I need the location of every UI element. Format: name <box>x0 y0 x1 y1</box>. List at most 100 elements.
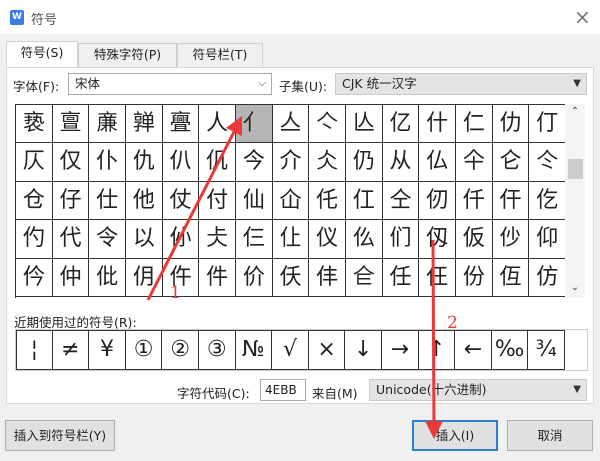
recent-symbol-cell[interactable]: ↓ <box>345 330 382 370</box>
char-cell[interactable]: 从 <box>382 143 420 182</box>
char-cell[interactable]: 仂 <box>492 105 530 144</box>
cancel-button[interactable]: 取消 <box>507 420 593 451</box>
tab-symbols-active[interactable]: 符号(S) <box>6 41 78 68</box>
char-cell[interactable]: 仰 <box>529 220 565 259</box>
char-cell[interactable]: 付 <box>199 181 236 221</box>
tab-special-chars[interactable]: 特殊字符(P) <box>78 43 177 67</box>
char-cell[interactable]: 价 <box>236 258 273 297</box>
close-icon[interactable]: × <box>574 5 591 29</box>
char-cell[interactable]: 仇 <box>126 143 163 182</box>
char-cell[interactable]: 仉 <box>199 143 236 182</box>
recent-symbol-cell[interactable]: × <box>308 330 346 370</box>
recent-symbol-cell[interactable]: ‰ <box>491 330 529 370</box>
char-cell[interactable]: 什 <box>419 105 457 144</box>
recent-symbol-cell[interactable]: ¾ <box>528 330 565 370</box>
char-cell[interactable]: 亿 <box>382 105 420 144</box>
char-cell[interactable]: 仕 <box>89 181 126 221</box>
tab-symbol-bar[interactable]: 符号栏(T) <box>177 43 263 67</box>
char-cell[interactable]: 仺 <box>346 258 383 297</box>
char-cell[interactable]: 仨 <box>236 220 273 259</box>
insert-button[interactable]: 插入(I) <box>412 420 498 451</box>
recent-symbol-cell[interactable]: ← <box>455 330 492 370</box>
char-cell[interactable]: 仟 <box>456 181 493 221</box>
char-cell[interactable]: 仛 <box>309 181 347 221</box>
char-cell[interactable]: 人 <box>199 105 236 144</box>
char-cell[interactable]: 亶 <box>52 105 90 144</box>
char-cell[interactable]: 件 <box>199 258 236 297</box>
char-cell[interactable]: 仚 <box>272 181 310 221</box>
char-cell[interactable]: 亷 <box>89 105 126 144</box>
recent-symbol-cell[interactable]: ¥ <box>89 330 126 370</box>
char-cell[interactable]: 仓 <box>16 181 53 221</box>
char-cell[interactable]: 仪 <box>309 220 347 259</box>
char-cell[interactable]: 仢 <box>16 220 53 259</box>
grid-scrollbar[interactable]: ⌃ ⌄ <box>565 104 585 298</box>
char-cell[interactable]: 亾 <box>346 105 383 144</box>
char-cell[interactable]: 仡 <box>529 181 565 221</box>
font-select[interactable]: 宋体 ⌵ <box>68 73 272 95</box>
recent-symbol-cell[interactable]: ¦ <box>16 330 53 370</box>
char-cell[interactable]: 仼 <box>419 258 457 297</box>
char-cell[interactable]: 代 <box>52 220 90 259</box>
recent-symbol-cell[interactable]: ≠ <box>52 330 90 370</box>
recent-symbol-cell[interactable]: № <box>235 330 273 370</box>
char-cell[interactable]: 份 <box>456 258 493 297</box>
char-cell[interactable]: 仧 <box>199 220 236 259</box>
char-cell[interactable]: 亵 <box>16 105 53 144</box>
recent-symbol-cell[interactable]: √ <box>272 330 309 370</box>
char-code-input[interactable]: 4EBB <box>260 379 306 401</box>
char-cell[interactable]: 仌 <box>309 143 347 182</box>
char-cell[interactable]: 仳 <box>89 258 126 297</box>
char-cell[interactable]: 仸 <box>272 258 310 297</box>
subset-select[interactable]: CJK 统一汉字 ▼ <box>335 73 587 95</box>
insert-to-symbol-bar-button[interactable]: 插入到符号栏(Y) <box>5 420 115 451</box>
char-cell[interactable]: 仿 <box>529 258 565 297</box>
recent-symbol-cell[interactable]: ② <box>162 330 199 370</box>
char-cell[interactable]: 仮 <box>456 220 493 259</box>
char-cell[interactable]: 仲 <box>52 258 90 297</box>
char-cell[interactable]: 任 <box>382 258 420 297</box>
char-cell[interactable]: 仞 <box>419 181 457 221</box>
char-cell[interactable]: 仜 <box>346 181 383 221</box>
from-select[interactable]: Unicode(十六进制) ▼ <box>369 379 587 401</box>
recent-symbol-cell[interactable]: ↑ <box>418 330 456 370</box>
char-cell[interactable]: 介 <box>272 143 310 182</box>
char-cell[interactable]: 仄 <box>16 143 53 182</box>
recent-symbol-cell[interactable]: ① <box>125 330 163 370</box>
char-cell[interactable]: 亼 <box>272 105 310 144</box>
char-cell[interactable]: 仙 <box>236 181 273 221</box>
char-cell[interactable]: 今 <box>236 143 273 182</box>
char-cell[interactable]: 仏 <box>419 143 457 182</box>
char-cell[interactable]: 仩 <box>272 220 310 259</box>
char-cell[interactable]: 仵 <box>162 258 200 297</box>
scroll-thumb[interactable] <box>568 159 583 179</box>
char-cell[interactable]: 仃 <box>529 105 565 144</box>
char-cell[interactable]: 仦 <box>162 220 200 259</box>
char-cell[interactable]: 亻 <box>236 105 273 144</box>
char-cell[interactable]: 仐 <box>456 143 493 182</box>
char-cell[interactable]: 仴 <box>126 258 163 297</box>
char-cell[interactable]: 仒 <box>529 143 565 182</box>
char-cell[interactable]: 仗 <box>162 181 200 221</box>
char-cell[interactable]: 仹 <box>309 258 347 297</box>
char-cell[interactable]: 仔 <box>52 181 90 221</box>
char-cell[interactable]: 令 <box>89 220 126 259</box>
scroll-up-icon[interactable]: ⌃ <box>565 106 585 117</box>
char-cell[interactable]: 亸 <box>126 105 163 144</box>
scroll-down-icon[interactable]: ⌄ <box>565 282 585 293</box>
char-cell[interactable]: 仍 <box>346 143 383 182</box>
char-cell[interactable]: 仫 <box>346 220 383 259</box>
char-cell[interactable]: 仭 <box>419 220 457 259</box>
char-cell[interactable]: 亽 <box>309 105 347 144</box>
char-cell[interactable]: 仝 <box>382 181 420 221</box>
char-cell[interactable]: 仯 <box>492 220 530 259</box>
char-cell[interactable]: 仁 <box>456 105 493 144</box>
char-cell[interactable]: 仈 <box>162 143 200 182</box>
char-cell[interactable]: 仑 <box>492 143 530 182</box>
char-cell[interactable]: 们 <box>382 220 420 259</box>
char-cell[interactable]: 仱 <box>16 258 53 297</box>
char-cell[interactable]: 亹 <box>162 105 200 144</box>
char-cell[interactable]: 仠 <box>492 181 530 221</box>
char-cell[interactable]: 仆 <box>89 143 126 182</box>
char-cell[interactable]: 以 <box>126 220 163 259</box>
